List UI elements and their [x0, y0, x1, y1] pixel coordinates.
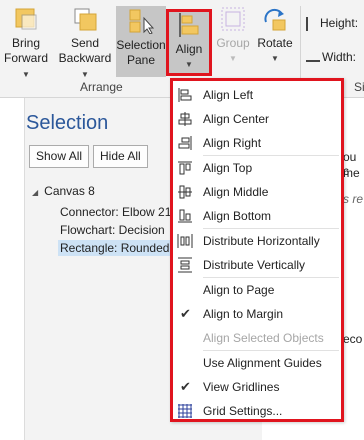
menu-item-label: Align Center — [203, 112, 270, 126]
align-center-icon — [177, 111, 193, 127]
group-label: Group — [216, 36, 250, 50]
selection-pane-button[interactable]: Selection Pane — [116, 6, 166, 77]
collapse-triangle-icon[interactable]: ◢ — [32, 188, 38, 197]
menu-item-view-gridlines[interactable]: ✔ View Gridlines — [173, 375, 341, 399]
align-right-icon — [177, 135, 193, 151]
tree-item-connector[interactable]: Connector: Elbow 21 — [60, 205, 171, 219]
align-left-icon — [177, 87, 193, 103]
tree-item-label: Flowchart: Decision — [60, 223, 165, 237]
bring-forward-button[interactable]: Bring Forward ▼ — [2, 4, 50, 82]
bring-forward-label1: Bring — [11, 36, 40, 50]
checkmark-icon: ✔ — [180, 379, 191, 394]
menu-item-label: Align Selected Objects — [203, 331, 324, 345]
menu-item-grid-settings[interactable]: Grid Settings... — [173, 399, 341, 423]
menu-item-align-right[interactable]: Align Right — [173, 131, 341, 155]
align-dropdown-menu: Align Left Align Center Align Right Alig… — [170, 78, 344, 422]
tree-item-canvas[interactable]: ◢ Canvas 8 — [32, 184, 95, 198]
show-all-button[interactable]: Show All — [29, 145, 90, 168]
width-icon — [306, 54, 320, 62]
height-field[interactable]: Height: — [306, 16, 358, 31]
chevron-down-icon: ▼ — [22, 70, 30, 79]
chevron-down-icon: ▼ — [81, 70, 89, 79]
selection-pane-icon — [128, 8, 155, 35]
rotate-button[interactable]: Rotate ▼ — [254, 4, 296, 66]
selection-pane-label1: Selection — [116, 38, 166, 52]
arrange-group-label: Arrange — [80, 80, 123, 94]
document-margin — [0, 98, 24, 440]
group-button: Group ▼ — [214, 4, 252, 66]
tree-item-label: Rectangle: Rounded — [60, 241, 170, 255]
send-backward-button[interactable]: Send Backward ▼ — [56, 4, 114, 82]
menu-item-label: View Gridlines — [203, 380, 280, 394]
menu-item-label: Distribute Horizontally — [203, 234, 320, 248]
send-backward-icon — [72, 6, 98, 32]
height-icon — [306, 16, 316, 31]
align-highlight-box — [166, 9, 212, 76]
menu-item-align-top[interactable]: Align Top — [173, 156, 341, 180]
menu-item-align-selected-objects: Align Selected Objects — [173, 326, 341, 350]
send-backward-label1: Send — [70, 36, 100, 50]
checkmark-icon: ✔ — [180, 306, 191, 321]
chevron-down-icon: ▼ — [271, 54, 279, 63]
bring-forward-icon — [13, 6, 39, 32]
menu-item-label: Align Right — [203, 136, 262, 150]
distribute-vertically-icon — [177, 257, 193, 273]
menu-item-label: Align Bottom — [203, 209, 272, 223]
menu-item-label: Align Middle — [203, 185, 269, 199]
chevron-down-icon: ▼ — [229, 54, 237, 63]
group-icon — [220, 6, 246, 32]
align-top-icon — [177, 160, 193, 176]
size-group-label: Si — [354, 80, 364, 94]
menu-item-label: Align Top — [203, 161, 253, 175]
menu-item-label: Grid Settings... — [203, 404, 283, 418]
hide-all-button[interactable]: Hide All — [93, 145, 148, 168]
align-bottom-icon — [177, 208, 193, 224]
tree-item-label: Canvas 8 — [44, 184, 95, 198]
document-text-fragment: s re — [343, 192, 364, 206]
menu-item-label: Align Left — [203, 88, 254, 102]
selection-pane-label2: Pane — [126, 53, 156, 67]
menu-item-align-middle[interactable]: Align Middle — [173, 180, 341, 204]
menu-item-distribute-horizontally[interactable]: Distribute Horizontally — [173, 229, 341, 253]
align-middle-icon — [177, 184, 193, 200]
send-backward-label2: Backward — [58, 51, 112, 65]
menu-item-use-alignment-guides[interactable]: Use Alignment Guides — [173, 351, 341, 375]
pane-title: Selection — [26, 112, 109, 134]
tree-item-label: Connector: Elbow 21 — [60, 205, 172, 219]
grid-settings-icon — [177, 403, 193, 419]
height-label: Height: — [320, 16, 359, 30]
menu-item-distribute-vertically[interactable]: Distribute Vertically — [173, 253, 341, 277]
menu-item-align-bottom[interactable]: Align Bottom — [173, 204, 341, 228]
menu-item-align-to-page[interactable]: Align to Page — [173, 278, 341, 302]
menu-item-label: Align to Margin — [203, 307, 284, 321]
menu-item-align-left[interactable]: Align Left — [173, 83, 341, 107]
menu-item-align-to-margin[interactable]: ✔ Align to Margin — [173, 302, 341, 326]
document-text-fragment: eco — [343, 332, 363, 346]
width-label: Width: — [322, 50, 357, 64]
bring-forward-label2: Forward — [3, 51, 48, 65]
menu-item-label: Align to Page — [203, 283, 275, 297]
menu-item-align-center[interactable]: Align Center — [173, 107, 341, 131]
tree-item-flowchart[interactable]: Flowchart: Decision — [60, 223, 165, 237]
tree-item-rectangle[interactable]: Rectangle: Rounded — [58, 240, 170, 256]
document-text-fragment: me — [343, 166, 360, 180]
menu-item-label: Distribute Vertically — [203, 258, 306, 272]
menu-item-label: Use Alignment Guides — [203, 356, 322, 370]
rotate-label: Rotate — [257, 36, 293, 50]
rotate-icon — [262, 6, 288, 32]
distribute-horizontally-icon — [177, 233, 193, 249]
width-field[interactable]: Width: — [306, 50, 356, 64]
